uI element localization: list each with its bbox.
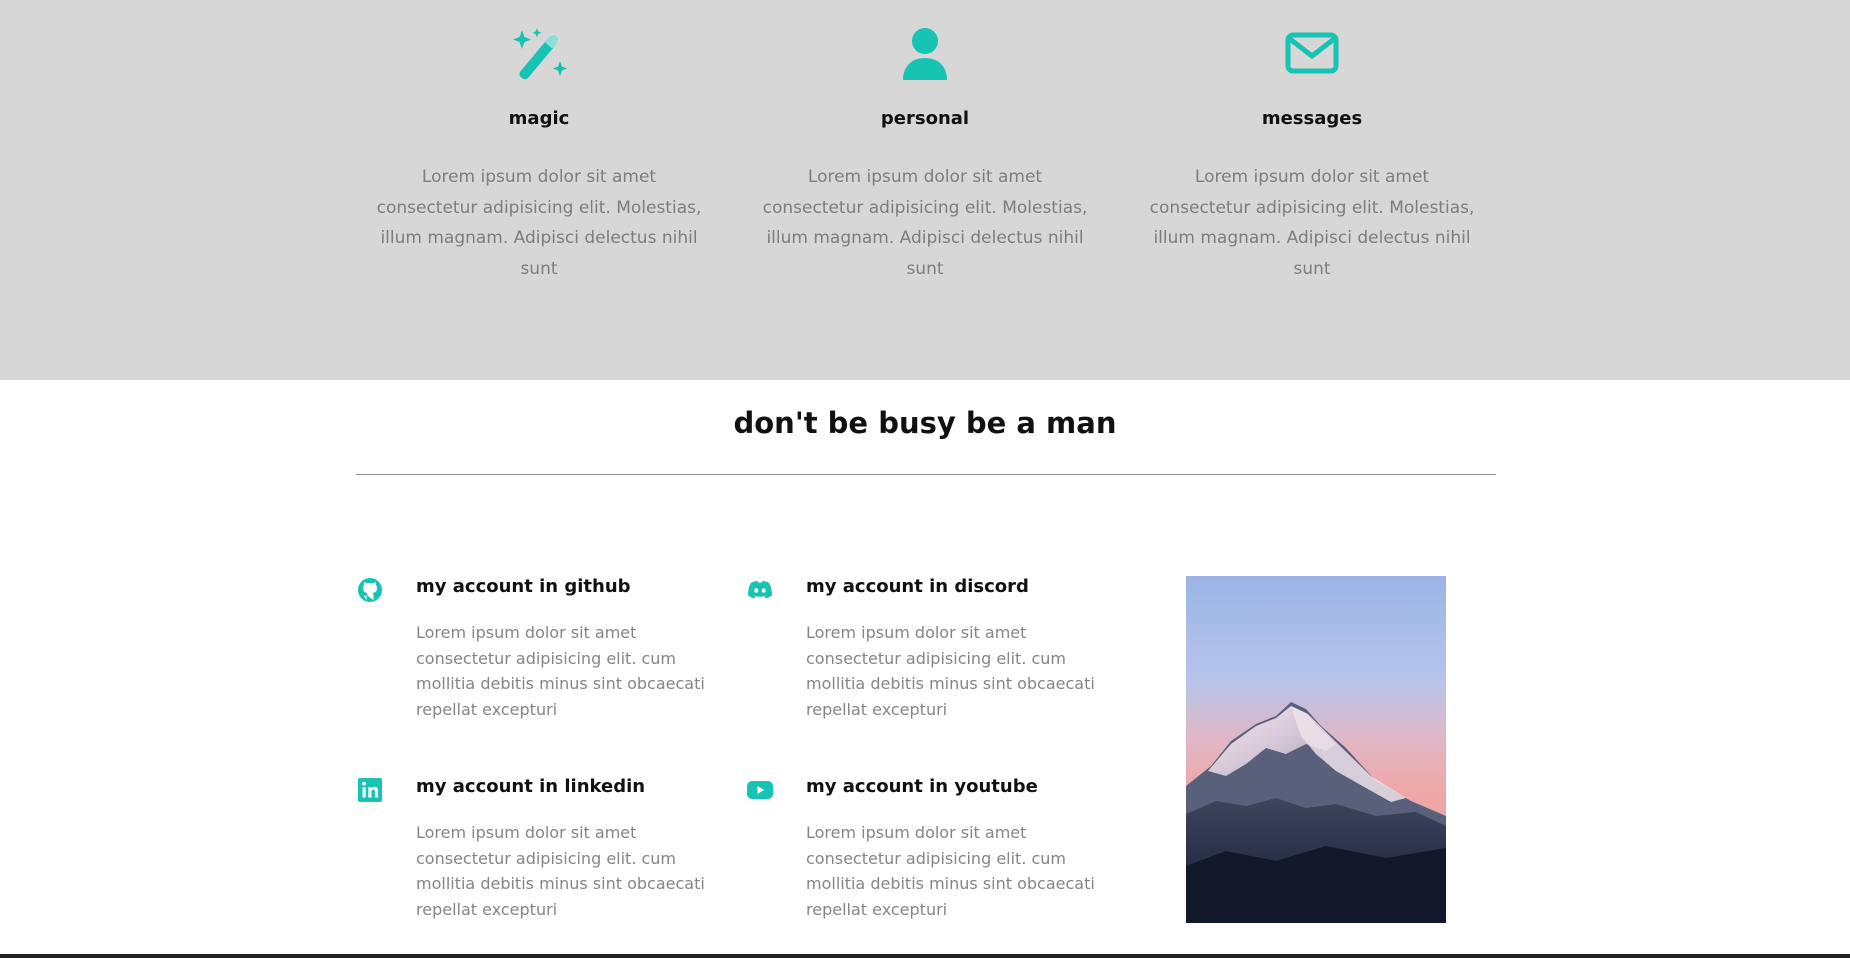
user-icon <box>903 28 947 80</box>
feature-title: messages <box>1261 108 1363 129</box>
feature-text: Lorem ipsum dolor sit amet consectetur a… <box>762 167 1088 279</box>
mountain-photo <box>1186 576 1446 923</box>
account-title[interactable]: my account in linkedin <box>416 776 645 797</box>
section-title: don't be busy be a man <box>733 406 1117 440</box>
envelope-icon <box>1285 32 1339 74</box>
account-text: Lorem ipsum dolor sit amet consectetur a… <box>806 623 1095 719</box>
feature-text: Lorem ipsum dolor sit amet consectetur a… <box>376 167 702 279</box>
feature-title: magic <box>508 108 570 129</box>
snowy-mountain-peak-image <box>1186 576 1446 923</box>
account-title[interactable]: my account in youtube <box>806 776 1038 797</box>
feature-title: personal <box>880 108 970 129</box>
features-section: magic Lorem ipsum dolor sit amet consect… <box>0 0 1850 380</box>
account-title[interactable]: my account in github <box>416 576 631 597</box>
account-text: Lorem ipsum dolor sit amet consectetur a… <box>416 823 705 919</box>
youtube-icon[interactable] <box>746 776 774 804</box>
account-text: Lorem ipsum dolor sit amet consectetur a… <box>806 823 1095 919</box>
magic-wand-icon <box>513 28 567 80</box>
bottom-edge <box>0 954 1850 958</box>
linkedin-icon[interactable] <box>356 776 384 804</box>
divider <box>356 474 1496 475</box>
account-title[interactable]: my account in discord <box>806 576 1029 597</box>
github-icon[interactable] <box>356 576 384 604</box>
account-text: Lorem ipsum dolor sit amet consectetur a… <box>416 623 705 719</box>
feature-text: Lorem ipsum dolor sit amet consectetur a… <box>1149 167 1475 279</box>
discord-icon[interactable] <box>746 576 774 604</box>
